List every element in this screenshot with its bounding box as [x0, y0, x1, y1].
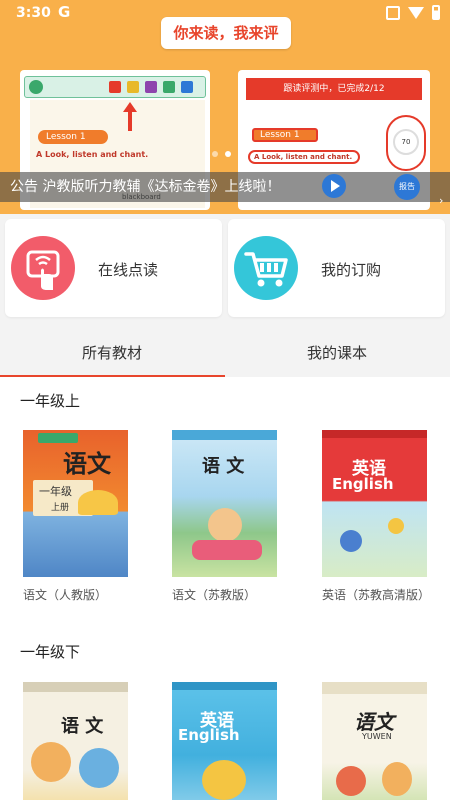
cover-english: English: [332, 475, 394, 493]
cover-header-band: [322, 682, 427, 694]
cover-header-band: [23, 682, 128, 692]
status-icons: [386, 5, 440, 20]
carousel-dots: [212, 151, 244, 157]
touch-reading-icon: [11, 236, 75, 300]
carousel-dot[interactable]: [212, 151, 218, 157]
online-reading-card[interactable]: 在线点读: [5, 219, 222, 317]
vibrate-icon: [386, 5, 400, 20]
wifi-icon: [408, 6, 424, 19]
banner: 3:30 G 你来读，我来评 Lesson 1 A Look, listen a…: [0, 0, 450, 214]
back-icon: [29, 80, 43, 94]
cover-illustration: [382, 762, 412, 796]
cover-illustration: [208, 508, 242, 542]
cover-illustration: [192, 540, 262, 560]
announcement-bar[interactable]: 公告 沪教版听力教辅《达标金卷》上线啦！: [0, 172, 450, 202]
online-reading-label: 在线点读: [98, 261, 159, 279]
cover-title: 语文: [354, 710, 394, 734]
cover-illustration: [78, 490, 118, 515]
lesson-instruction: A Look, listen and chant.: [36, 150, 149, 159]
cover-illustration: [340, 530, 362, 552]
book-cover: 英语 English: [322, 430, 427, 577]
google-icon: G: [58, 3, 71, 21]
cover-illustration: [388, 518, 404, 534]
cover-title: 语 文: [61, 716, 104, 737]
my-orders-label: 我的订购: [321, 261, 382, 279]
book-name: 语文（人教版）: [23, 588, 108, 602]
publisher-logo: [38, 433, 78, 443]
reader-toolbar: [24, 76, 206, 98]
cover-grade: 一年级: [39, 485, 72, 498]
tool-icon: [109, 81, 121, 93]
section-title: 一年级上: [20, 392, 81, 410]
chevron-right-icon[interactable]: ›: [439, 194, 443, 207]
book-cover: 语 文: [23, 682, 128, 800]
lesson-instruction: A Look, listen and chant.: [248, 150, 360, 164]
lesson-tag: Lesson 1: [252, 128, 318, 142]
carousel-dot-active[interactable]: [225, 151, 231, 157]
book-name: 英语（苏教高清版）: [322, 588, 431, 602]
tool-icon: [145, 81, 157, 93]
cover-volume: 上册: [51, 503, 70, 513]
my-orders-card[interactable]: 我的订购: [228, 219, 445, 317]
cover-header-band: [172, 682, 277, 690]
cover-illustration: [336, 766, 366, 796]
book-name: 语文（苏教版）: [172, 588, 257, 602]
cover-english: English: [178, 726, 240, 744]
cover-pinyin: YUWEN: [362, 732, 392, 741]
tab-my-textbooks[interactable]: 我的课本: [307, 342, 367, 363]
textbook-list: 一年级上 语文 一年级 上册 语文（人教版） 语 文 语文（苏教版） 英语 En…: [0, 377, 450, 800]
play-icon[interactable]: [322, 174, 346, 198]
section-title: 一年级下: [20, 643, 81, 661]
cover-header-band: [322, 430, 427, 438]
cover-illustration: [202, 760, 246, 800]
book-cover: 英语 English: [172, 682, 277, 800]
tool-icon: [163, 81, 175, 93]
score-panel: 70: [386, 115, 426, 171]
evaluation-status: 跟读评测中，已完成2/12: [246, 78, 422, 100]
score-value: 70: [393, 129, 419, 155]
lesson-tag: Lesson 1: [38, 130, 108, 144]
carousel-dot[interactable]: [238, 151, 244, 157]
cover-title: 语 文: [202, 456, 245, 477]
shopping-cart-icon: [234, 236, 298, 300]
arrow-shaft: [128, 111, 132, 131]
tool-icon: [181, 81, 193, 93]
book-cover: 语 文: [172, 430, 277, 577]
book-cover: 语文 一年级 上册: [23, 430, 128, 577]
report-button[interactable]: 报告: [394, 174, 420, 200]
tool-icon: [127, 81, 139, 93]
tab-all-materials[interactable]: 所有教材: [82, 342, 142, 363]
banner-title: 你来读，我来评: [161, 17, 291, 49]
book-cover: 语文 YUWEN: [322, 682, 427, 800]
battery-icon: [432, 5, 440, 20]
cover-header-band: [172, 430, 277, 440]
cover-illustration: [79, 748, 119, 788]
material-tabs: 所有教材 我的课本: [0, 328, 450, 376]
cover-title: 语文: [63, 449, 111, 478]
cover-illustration: [31, 742, 71, 782]
status-time: 3:30: [16, 5, 51, 21]
